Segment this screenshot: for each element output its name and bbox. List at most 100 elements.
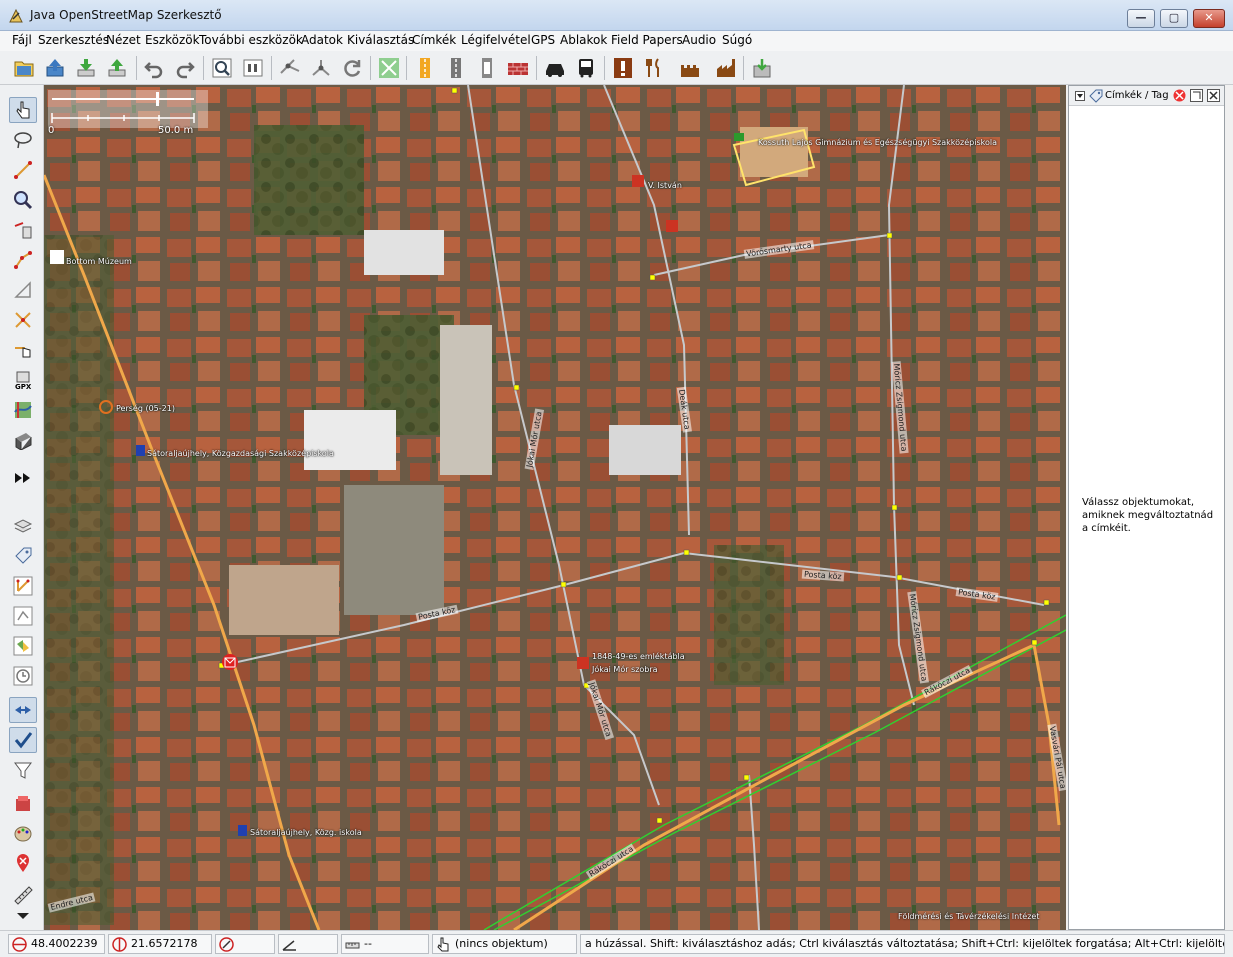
- industry-preset-icon[interactable]: [712, 54, 740, 82]
- relation-icon[interactable]: [9, 573, 37, 599]
- tags-icon[interactable]: [9, 543, 37, 569]
- heading-field: [215, 934, 275, 954]
- close-panel-icon[interactable]: [1207, 89, 1220, 102]
- delete-tool-icon[interactable]: [9, 217, 37, 243]
- road-grey-preset-icon[interactable]: [442, 54, 470, 82]
- wall-preset-icon[interactable]: [504, 54, 532, 82]
- properties-icon[interactable]: [239, 54, 267, 82]
- help-text: a húzással. Shift: kiválasztáshoz adás; …: [585, 937, 1224, 950]
- menu-windows[interactable]: Ablakok: [560, 33, 607, 47]
- distance-field: --: [341, 934, 429, 954]
- scale-left-label: 0: [48, 125, 55, 136]
- menu-audio[interactable]: Audio: [682, 33, 716, 47]
- warning-preset-icon[interactable]: [609, 54, 637, 82]
- conflict-icon[interactable]: [9, 633, 37, 659]
- download-icon[interactable]: [72, 54, 100, 82]
- export-icon[interactable]: [748, 54, 776, 82]
- detach-panel-icon[interactable]: [1190, 89, 1203, 102]
- tags-panel: Címkék / Tag Válassz objektumokat, amikn…: [1068, 85, 1225, 930]
- angle-icon: [282, 940, 296, 951]
- split-tool-icon[interactable]: [9, 307, 37, 333]
- statue-label: Jókai Mór szobra: [592, 665, 658, 674]
- map-mode-toolbox: GPX: [0, 85, 44, 930]
- latitude-icon: [12, 937, 27, 952]
- pointer-icon: [437, 937, 449, 952]
- draw-tool-icon[interactable]: [9, 157, 37, 183]
- chevron-down-icon[interactable]: [9, 911, 37, 921]
- restaurant-preset-icon[interactable]: [640, 54, 668, 82]
- improve-way-icon[interactable]: [9, 277, 37, 303]
- menu-data[interactable]: Adatok: [301, 33, 343, 47]
- imagery-attribution: Földmérési és Távérzékelési Intézet: [898, 912, 1040, 921]
- history-icon[interactable]: [9, 663, 37, 689]
- collapse-panel-icon[interactable]: [1075, 91, 1085, 101]
- selection-list-icon[interactable]: [9, 603, 37, 629]
- road-yellow-preset-icon[interactable]: [411, 54, 439, 82]
- parallel-tool-icon[interactable]: [9, 247, 37, 273]
- more-tools-icon[interactable]: [9, 465, 37, 491]
- filter-icon[interactable]: [9, 697, 37, 723]
- memorial-label: 1848-49-es emléktábla: [592, 652, 685, 661]
- open-file-icon[interactable]: [10, 54, 38, 82]
- maximize-button[interactable]: ▢: [1160, 9, 1188, 28]
- lasso-tool-icon[interactable]: [9, 127, 37, 153]
- menu-selection[interactable]: Kiválasztás: [347, 33, 414, 47]
- measure-icon[interactable]: [9, 882, 37, 908]
- grid-tool-icon[interactable]: [9, 427, 37, 453]
- bakery-label: Perség (05-21): [116, 404, 175, 413]
- josm-logo-icon: [9, 8, 23, 23]
- bus-preset-icon[interactable]: [572, 54, 600, 82]
- latitude-value: 48.4002239: [31, 937, 98, 950]
- menu-imagery[interactable]: Légifelvétel: [461, 33, 531, 47]
- map-view[interactable]: 0 50.0 m Kossuth Lajos Gimnázium és Egés…: [44, 85, 1066, 930]
- bus-stop-label: Sátoraljaújhely, Közg. iskola: [250, 828, 362, 837]
- map-paint-icon[interactable]: [9, 820, 37, 846]
- combine-icon[interactable]: [307, 54, 335, 82]
- minimize-button[interactable]: —: [1127, 9, 1155, 28]
- layers-icon[interactable]: [9, 513, 37, 539]
- tags-panel-title: Címkék / Tag: [1105, 90, 1169, 101]
- gear-icon[interactable]: [9, 757, 37, 783]
- menu-tags[interactable]: Címkék: [412, 33, 456, 47]
- refresh-icon[interactable]: [338, 54, 366, 82]
- menu-bar: Fájl Szerkesztés Nézet Eszközök További …: [0, 31, 1233, 51]
- validator-icon[interactable]: [9, 727, 37, 753]
- longitude-value: 21.6572178: [131, 937, 198, 950]
- compass-icon: [219, 937, 234, 952]
- window-title-bar: Java OpenStreetMap Szerkesztő — ▢ ✕: [0, 0, 1233, 31]
- monument-label: V. István: [648, 181, 682, 190]
- zoom-preview-icon[interactable]: [208, 54, 236, 82]
- menu-edit[interactable]: Szerkesztés: [38, 33, 109, 47]
- location-pin-icon[interactable]: [9, 850, 37, 876]
- zoom-tool-icon[interactable]: [9, 187, 37, 213]
- window-title: Java OpenStreetMap Szerkesztő: [30, 8, 222, 22]
- menu-field-papers[interactable]: Field Papers: [611, 33, 683, 47]
- extrude-tool-icon[interactable]: [9, 337, 37, 363]
- imagery-tool-icon[interactable]: [9, 397, 37, 423]
- help-icon[interactable]: [1173, 89, 1186, 102]
- tags-panel-header: Címkék / Tag: [1069, 86, 1224, 106]
- upload-icon[interactable]: [41, 54, 69, 82]
- castle-preset-icon[interactable]: [676, 54, 704, 82]
- menu-more-tools[interactable]: További eszközök: [199, 33, 303, 47]
- add-note-icon[interactable]: [9, 790, 37, 816]
- angle-field: [278, 934, 338, 954]
- menu-view[interactable]: Nézet: [106, 33, 141, 47]
- road-white-preset-icon[interactable]: [473, 54, 501, 82]
- map-canvas[interactable]: [44, 85, 1066, 930]
- menu-gps[interactable]: GPS: [531, 33, 555, 47]
- menu-tools[interactable]: Eszközök: [145, 33, 200, 47]
- align-icon[interactable]: [375, 54, 403, 82]
- split-way-icon[interactable]: [276, 54, 304, 82]
- gpx-tool-icon[interactable]: GPX: [9, 367, 37, 393]
- distance-value: --: [364, 937, 372, 950]
- redo-icon[interactable]: [171, 54, 199, 82]
- object-value: (nincs objektum): [455, 937, 548, 950]
- undo-icon[interactable]: [140, 54, 168, 82]
- car-preset-icon[interactable]: [541, 54, 569, 82]
- select-tool-icon[interactable]: [9, 97, 37, 123]
- upload-data-icon[interactable]: [103, 54, 131, 82]
- close-button[interactable]: ✕: [1193, 9, 1225, 28]
- menu-help[interactable]: Súgó: [722, 33, 752, 47]
- menu-file[interactable]: Fájl: [12, 33, 32, 47]
